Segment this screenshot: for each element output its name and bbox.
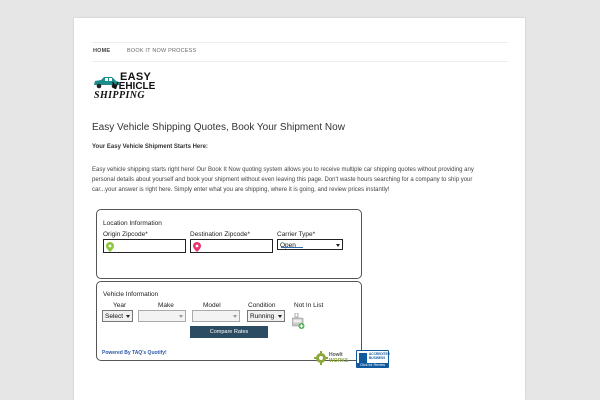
- map-pin-green-icon: [106, 242, 114, 252]
- logo-word-shipping: SHIPPING: [94, 90, 145, 101]
- bbb-seal-icon: [359, 353, 367, 363]
- vehicle-info-title: Vehicle Information: [103, 291, 159, 298]
- nav-home[interactable]: HOME: [93, 48, 110, 54]
- location-info-title: Location Information: [103, 220, 162, 227]
- page-container: HOME BOOK IT NOW PROCESS EASY VEHICLE SH…: [74, 18, 525, 400]
- carrier-type-label: Carrier Type*: [277, 231, 316, 238]
- make-select[interactable]: [138, 310, 186, 322]
- map-pin-red-icon: [193, 242, 201, 252]
- carrier-underline: [281, 247, 303, 248]
- condition-select[interactable]: Running: [247, 310, 285, 322]
- page-subtitle: Your Easy Vehicle Shipment Starts Here:: [92, 144, 208, 150]
- carrier-type-select[interactable]: Open: [277, 239, 343, 250]
- destination-zipcode-label: Destination Zipcode*: [190, 231, 250, 238]
- gear-icon: [314, 351, 328, 365]
- works-text: WORKS: [329, 358, 349, 364]
- year-value: Select: [105, 313, 124, 320]
- intro-line-2: personal details about yourself and book…: [92, 177, 473, 184]
- model-select[interactable]: [192, 310, 240, 322]
- bbb-badge-top: ACCREDITED BUSINESS: [357, 351, 390, 363]
- year-select[interactable]: Select: [102, 310, 133, 322]
- vehicle-info-box: Vehicle Information Year Select Make Mod…: [96, 281, 362, 361]
- intro-paragraph: Easy vehicle shipping starts right here!…: [92, 165, 510, 196]
- bbb-click-for-review: Click for Review: [359, 363, 386, 367]
- destination-zipcode-input[interactable]: [190, 239, 273, 253]
- chevron-down-icon: [233, 315, 237, 318]
- main-nav: HOME BOOK IT NOW PROCESS: [92, 42, 508, 62]
- how-it-works-badge[interactable]: HowIt WORKS: [314, 350, 352, 368]
- page-title: Easy Vehicle Shipping Quotes, Book Your …: [92, 122, 345, 133]
- not-in-list-label: Not In List: [294, 302, 324, 309]
- origin-zipcode-label: Origin Zipcode*: [103, 231, 148, 238]
- site-logo[interactable]: EASY VEHICLE SHIPPING: [92, 70, 155, 104]
- chevron-down-icon: [126, 315, 130, 318]
- condition-label: Condition: [248, 302, 276, 309]
- origin-zipcode-input[interactable]: [103, 239, 186, 253]
- bbb-text: ACCREDITED BUSINESS: [369, 352, 390, 361]
- model-label: Model: [203, 302, 221, 309]
- intro-line-3: car...your answer is right here. Simply …: [92, 187, 390, 194]
- nav-book-it-now-process[interactable]: BOOK IT NOW PROCESS: [127, 48, 196, 54]
- bbb-business-text: BUSINESS: [369, 355, 386, 360]
- bbb-accredited-badge[interactable]: ACCREDITED BUSINESS Click for Review: [356, 350, 390, 368]
- chevron-down-icon: [278, 315, 282, 318]
- add-vehicle-icon[interactable]: [292, 313, 305, 331]
- condition-value: Running: [250, 313, 275, 320]
- make-label: Make: [158, 302, 174, 309]
- compare-rates-button[interactable]: Compare Rates: [190, 326, 268, 338]
- powered-by-link[interactable]: Powered By TAQ's Quotify!: [102, 350, 167, 356]
- chevron-down-icon: [336, 244, 340, 247]
- intro-line-1: Easy vehicle shipping starts right here!…: [92, 167, 474, 173]
- location-info-box: Location Information Origin Zipcode* Des…: [96, 209, 362, 279]
- year-label: Year: [113, 302, 127, 309]
- chevron-down-icon: [179, 315, 183, 318]
